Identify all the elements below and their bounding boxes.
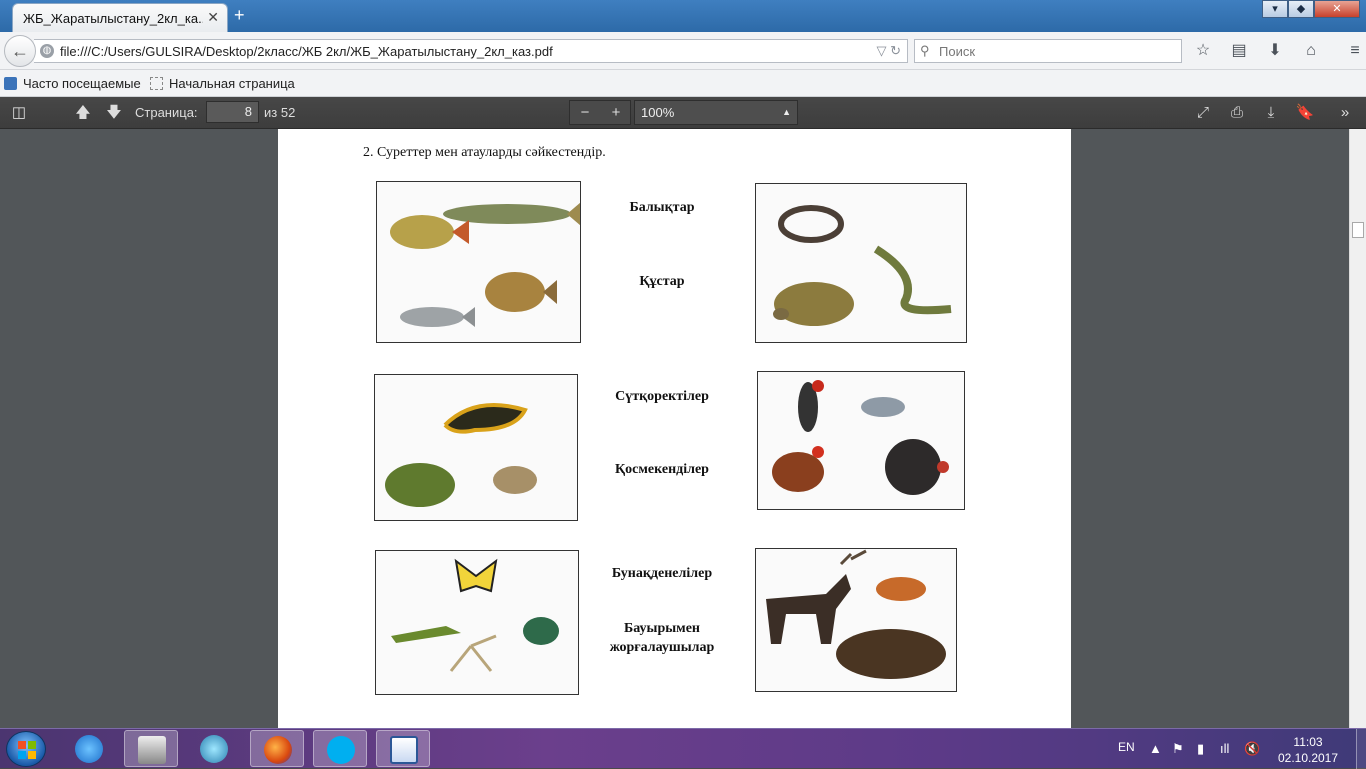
- label-insects: Бунақденелілер: [611, 566, 713, 581]
- tab-pdf-document[interactable]: ЖБ_Жаратылыстану_2кл_ка... ✕: [12, 3, 228, 32]
- bookmark-icon[interactable]: 🔖: [1294, 103, 1316, 123]
- insects-image: [375, 550, 579, 695]
- previous-page-icon[interactable]: 🡅: [72, 103, 94, 123]
- skype-icon: [327, 736, 355, 764]
- start-button[interactable]: [6, 731, 46, 767]
- globe-icon: ◍: [40, 44, 54, 58]
- page-count: из 52: [264, 105, 296, 120]
- network-icon[interactable]: ıll: [1220, 741, 1229, 756]
- taskbar-skype[interactable]: [313, 730, 367, 767]
- bookmark-star-icon[interactable]: ☆: [1192, 40, 1214, 62]
- reading-list-icon[interactable]: ▤: [1228, 40, 1250, 62]
- show-desktop-button[interactable]: [1356, 729, 1366, 769]
- minimize-icon[interactable]: ▾: [1262, 0, 1288, 18]
- internet-explorer-icon: [75, 735, 103, 763]
- url-text: file:///C:/Users/GULSIRA/Desktop/2класс/…: [60, 44, 553, 59]
- bookmark-most-visited[interactable]: Часто посещаемые: [4, 76, 141, 91]
- task-text: 2. Суреттер мен атауларды сәйкестендір.: [363, 145, 606, 160]
- bookmark-start-page[interactable]: Начальная страница: [150, 76, 295, 91]
- print-icon[interactable]: ⎙: [1226, 103, 1248, 123]
- chevron-updown-icon: ▲: [782, 107, 791, 117]
- media-player-icon: [200, 735, 228, 763]
- zoom-value: 100%: [641, 105, 675, 120]
- fish-image: [376, 181, 581, 343]
- clock-date: 02.10.2017: [1277, 751, 1339, 765]
- firefox-icon: [264, 736, 292, 764]
- search-placeholder: Поиск: [939, 44, 976, 59]
- downloads-icon[interactable]: ⬇: [1264, 40, 1286, 62]
- close-window-icon[interactable]: ✕: [1314, 0, 1360, 18]
- navigation-bar: ◍ file:///C:/Users/GULSIRA/Desktop/2клас…: [0, 32, 1366, 70]
- word-icon: [390, 736, 418, 764]
- address-bar[interactable]: ◍ file:///C:/Users/GULSIRA/Desktop/2клас…: [34, 39, 908, 63]
- zoom-out-icon[interactable]: −: [574, 103, 596, 123]
- bookmarks-bar: Часто посещаемые Начальная страница: [0, 70, 1366, 97]
- search-input[interactable]: ⚲ Поиск: [914, 39, 1182, 63]
- next-page-icon[interactable]: 🡇: [103, 103, 125, 123]
- new-tab-button[interactable]: +: [234, 5, 245, 26]
- zoom-buttons: − +: [569, 100, 631, 125]
- label-reptiles-line2: жорғалаушылар: [609, 640, 715, 655]
- label-fish: Балықтар: [629, 200, 695, 215]
- page-label: Страница:: [135, 105, 198, 120]
- clock[interactable]: 11:03 02.10.2017: [1270, 734, 1346, 766]
- language-indicator[interactable]: EN: [1118, 740, 1135, 754]
- action-center-flag-icon[interactable]: ⚑: [1172, 741, 1184, 757]
- amphibians-image: [374, 374, 578, 521]
- volume-muted-icon[interactable]: 🔇: [1244, 741, 1260, 757]
- scanner-icon: [138, 736, 166, 764]
- home-icon[interactable]: ⌂: [1300, 40, 1322, 62]
- back-button[interactable]: ←: [4, 35, 36, 67]
- show-hidden-icons-icon[interactable]: ▲: [1149, 741, 1162, 756]
- tab-strip: ЖБ_Жаратылыстану_2кл_ка... ✕ + ▾ ◆ ✕: [0, 0, 1366, 32]
- label-reptiles-line1: Бауырымен: [623, 621, 700, 636]
- download-icon[interactable]: ⤓: [1260, 103, 1282, 123]
- clock-time: 11:03: [1293, 735, 1323, 749]
- label-amphibians: Қосмекенділер: [615, 462, 709, 477]
- taskbar-word[interactable]: [376, 730, 430, 767]
- label-birds: Құстар: [639, 274, 685, 289]
- sidebar-toggle-icon[interactable]: ◫: [8, 103, 30, 123]
- taskbar: EN ▲ ⚑ ▮ ıll 🔇 11:03 02.10.2017: [0, 728, 1366, 769]
- toolbar-icons: ☆ ▤ ⬇ ⌂ ≡: [1192, 40, 1366, 62]
- windows-logo-icon: [18, 741, 36, 759]
- taskbar-firefox[interactable]: [250, 730, 304, 767]
- birds-image: [757, 371, 965, 510]
- fullscreen-icon[interactable]: ⤢: [1192, 103, 1214, 123]
- taskbar-media-player[interactable]: [187, 730, 241, 767]
- bookmark-folder-icon: [4, 77, 17, 90]
- zoom-select[interactable]: 100% ▲: [634, 100, 798, 125]
- reload-icon[interactable]: ▽ ↻: [876, 43, 901, 59]
- tools-chevron-icon[interactable]: »: [1334, 103, 1356, 123]
- restore-icon[interactable]: ◆: [1288, 0, 1314, 18]
- taskbar-scanner[interactable]: [124, 730, 178, 767]
- page-icon: [150, 77, 163, 90]
- pdf-viewer[interactable]: 2. Суреттер мен атауларды сәйкестендір. …: [0, 129, 1366, 728]
- window-controls: ▾ ◆ ✕: [1262, 0, 1360, 18]
- reptiles-image: [755, 183, 967, 343]
- zoom-in-icon[interactable]: +: [605, 103, 627, 123]
- page-number-input[interactable]: 8: [206, 101, 259, 123]
- vertical-scrollbar[interactable]: [1349, 129, 1366, 728]
- label-mammals: Сүтқоректілер: [615, 389, 709, 404]
- pdf-page: 2. Суреттер мен атауларды сәйкестендір. …: [278, 129, 1071, 728]
- close-tab-icon[interactable]: ✕: [207, 9, 219, 26]
- scrollbar-thumb[interactable]: [1352, 222, 1364, 238]
- taskbar-internet-explorer[interactable]: [62, 730, 116, 767]
- battery-icon[interactable]: ▮: [1197, 741, 1204, 757]
- pdf-toolbar: ◫ 🡅 🡇 Страница: 8 из 52 − + 100% ▲ ⤢ ⎙ ⤓…: [0, 97, 1366, 129]
- tab-title: ЖБ_Жаратылыстану_2кл_ка...: [23, 11, 203, 26]
- mammals-image: [755, 548, 957, 692]
- search-icon: ⚲: [920, 43, 930, 58]
- menu-icon[interactable]: ≡: [1344, 40, 1366, 62]
